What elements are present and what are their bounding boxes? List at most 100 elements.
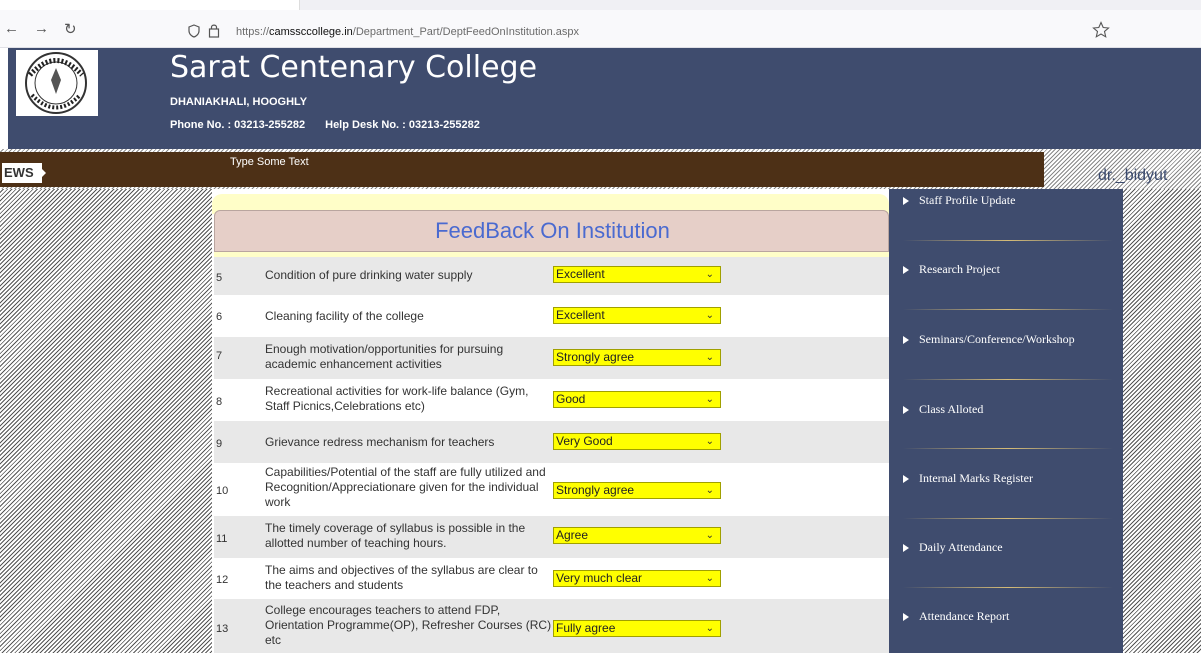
college-place: DHANIAKHALI, HOOGHLY <box>170 96 308 108</box>
sidebar-item-label: Staff Profile Update <box>919 193 1016 207</box>
question-row: 6 Cleaning facility of the college Excel… <box>214 295 889 337</box>
shield-icon[interactable] <box>188 24 200 38</box>
triangle-right-icon <box>903 406 909 415</box>
question-row: 12 The aims and objectives of the syllab… <box>214 558 889 599</box>
question-number: 7 <box>216 350 223 362</box>
rating-select[interactable]: Fully agree ⌄ <box>553 620 721 637</box>
right-background <box>1123 189 1201 653</box>
triangle-right-icon <box>903 475 909 484</box>
sidebar-divider <box>903 240 1113 241</box>
triangle-right-icon <box>903 544 909 553</box>
sidebar-item-internal-marks[interactable]: Internal Marks Register <box>903 471 1033 486</box>
sidebar-divider <box>903 448 1113 449</box>
url-path: /Department_Part/DeptFeedOnInstitution.a… <box>352 26 580 38</box>
rating-value: Very much clear <box>556 571 643 585</box>
user-name: dr._bidyut <box>1098 167 1168 184</box>
chevron-down-icon: ⌄ <box>705 310 714 321</box>
sidebar-item-label: Attendance Report <box>919 609 1010 623</box>
rating-value: Very Good <box>556 434 613 448</box>
question-number: 6 <box>216 311 223 323</box>
question-number: 13 <box>216 623 229 635</box>
question-row: 10 Capabilities/Potential of the staff a… <box>214 463 889 516</box>
sidebar-item-label: Daily Attendance <box>919 540 1003 554</box>
bookmark-star-icon[interactable] <box>1092 21 1110 39</box>
triangle-right-icon <box>903 266 909 275</box>
chevron-down-icon: ⌄ <box>705 573 714 584</box>
back-icon[interactable]: ← <box>4 20 19 37</box>
news-ticker <box>0 152 1044 187</box>
tab-strip <box>0 0 1201 10</box>
question-text: The timely coverage of syllabus is possi… <box>265 521 526 550</box>
sidebar-item-attendance-report[interactable]: Attendance Report <box>903 609 1009 624</box>
rating-value: Fully agree <box>556 621 616 635</box>
reload-icon[interactable]: ↻ <box>64 20 77 38</box>
question-number: 9 <box>216 438 223 450</box>
question-number: 10 <box>216 485 229 497</box>
rating-select[interactable]: Agree ⌄ <box>553 527 721 544</box>
question-row: 13 College encourages teachers to attend… <box>214 599 889 653</box>
sidebar-divider <box>903 309 1113 310</box>
sidebar-divider <box>903 518 1113 519</box>
rating-select[interactable]: Strongly agree ⌄ <box>553 349 721 366</box>
chevron-down-icon: ⌄ <box>705 485 714 496</box>
question-text: Capabilities/Potential of the staff are … <box>265 465 546 509</box>
news-text: Type Some Text <box>230 156 309 168</box>
chevron-down-icon: ⌄ <box>705 436 714 447</box>
question-text: The aims and objectives of the syllabus … <box>265 563 538 592</box>
sidebar-item-research-project[interactable]: Research Project <box>903 262 1000 277</box>
sidebar-item-label: Class Alloted <box>919 402 984 416</box>
sidebar-divider <box>903 587 1113 588</box>
sidebar-divider <box>903 379 1113 380</box>
rating-select[interactable]: Very Good ⌄ <box>553 433 721 450</box>
forward-icon[interactable]: → <box>34 20 49 37</box>
sidebar: Staff Profile Update Research Project Se… <box>889 189 1123 653</box>
form-title: FeedBack On Institution <box>435 218 670 243</box>
active-tab[interactable] <box>0 0 300 10</box>
college-seal-icon <box>25 52 87 114</box>
question-number: 11 <box>216 533 228 545</box>
question-number: 8 <box>216 396 223 408</box>
chevron-down-icon: ⌄ <box>705 623 714 634</box>
question-row: 5 Condition of pure drinking water suppl… <box>214 257 889 295</box>
news-arrow-icon <box>36 163 46 183</box>
rating-value: Agree <box>556 528 589 542</box>
rating-select[interactable]: Strongly agree ⌄ <box>553 482 721 499</box>
question-row: 11 The timely coverage of syllabus is po… <box>214 516 889 558</box>
question-row: 8 Recreational activities for work-life … <box>214 379 889 421</box>
question-text: Enough motivation/opportunities for purs… <box>265 342 504 371</box>
lock-icon[interactable] <box>208 23 220 38</box>
question-number: 5 <box>216 272 223 284</box>
sidebar-item-daily-attendance[interactable]: Daily Attendance <box>903 540 1003 555</box>
question-text: Cleaning facility of the college <box>265 309 424 323</box>
feedback-form: FeedBack On Institution 5 Condition of p… <box>212 189 889 653</box>
rating-value: Excellent <box>556 267 605 281</box>
rating-select[interactable]: Very much clear ⌄ <box>553 570 721 587</box>
phone-number: Phone No. : 03213-255282 <box>170 119 306 131</box>
rating-value: Strongly agree <box>556 350 635 364</box>
helpdesk-number: Help Desk No. : 03213-255282 <box>325 119 480 131</box>
rating-select[interactable]: Excellent ⌄ <box>553 266 721 283</box>
url-text[interactable]: https://camssccollege.in/Department_Part… <box>236 26 579 38</box>
url-prefix: https:// <box>236 26 270 38</box>
sidebar-item-label: Seminars/Conference/Workshop <box>919 332 1075 346</box>
sidebar-item-staff-profile[interactable]: Staff Profile Update <box>903 193 1015 208</box>
rating-select[interactable]: Good ⌄ <box>553 391 721 408</box>
question-text: College encourages teachers to attend FD… <box>265 603 552 647</box>
question-text: Condition of pure drinking water supply <box>265 268 473 282</box>
chevron-down-icon: ⌄ <box>705 394 714 405</box>
rating-value: Strongly agree <box>556 483 635 497</box>
sidebar-item-label: Research Project <box>919 262 1000 276</box>
college-logo <box>16 50 98 116</box>
rating-select[interactable]: Excellent ⌄ <box>553 307 721 324</box>
triangle-right-icon <box>903 336 909 345</box>
rating-value: Excellent <box>556 308 605 322</box>
sidebar-item-seminars[interactable]: Seminars/Conference/Workshop <box>903 332 1075 347</box>
question-text: Recreational activities for work-life ba… <box>265 384 529 413</box>
rating-value: Good <box>556 392 586 406</box>
chevron-down-icon: ⌄ <box>705 352 714 363</box>
sidebar-item-class-alloted[interactable]: Class Alloted <box>903 402 983 417</box>
question-row: 9 Grievance redress mechanism for teache… <box>214 421 889 463</box>
triangle-right-icon <box>903 613 909 622</box>
college-contact: Phone No. : 03213-255282 Help Desk No. : … <box>170 119 500 131</box>
form-title-box: FeedBack On Institution <box>214 210 889 252</box>
